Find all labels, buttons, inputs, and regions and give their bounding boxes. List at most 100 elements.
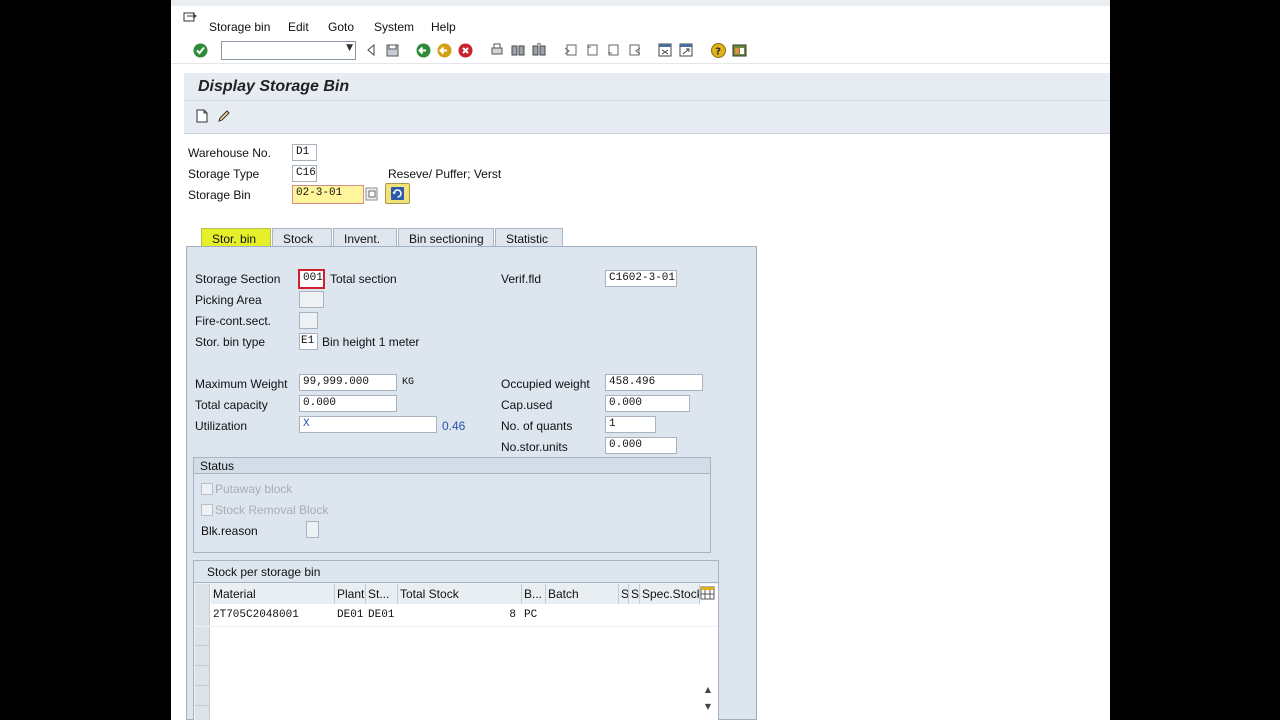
history-back-icon[interactable] <box>363 42 379 58</box>
bin-type-field[interactable]: E1 <box>299 333 318 350</box>
cell-total-stock[interactable]: 8 <box>400 609 516 621</box>
scroll-up-icon[interactable]: ▲ <box>702 685 714 697</box>
storage-bin-field[interactable]: 02-3-01 <box>292 185 364 204</box>
column-header-batch[interactable]: Batch <box>546 584 619 604</box>
help-icon[interactable]: ? <box>710 42 726 58</box>
column-header-spec-stock[interactable]: Spec.Stock <box>640 584 700 604</box>
storage-type-field[interactable]: C16 <box>292 165 317 182</box>
max-weight-field[interactable]: 99,999.000 <box>299 374 397 391</box>
shortcut-icon[interactable] <box>678 42 694 58</box>
column-header-storage-location[interactable]: St... <box>366 584 398 604</box>
cancel-icon[interactable] <box>457 42 473 58</box>
status-group: Status Putaway block Stock Removal Block… <box>193 457 711 553</box>
edit-pencil-icon[interactable] <box>217 109 232 124</box>
occupied-weight-label: Occupied weight <box>501 377 590 391</box>
no-quants-field[interactable]: 1 <box>605 416 656 433</box>
find-icon[interactable] <box>510 42 526 58</box>
cell-storage-location[interactable]: DE01 <box>368 609 394 621</box>
cell-plant[interactable]: DE01 <box>337 609 363 621</box>
tab-stock-label: Stock <box>283 232 314 246</box>
fire-cont-field[interactable] <box>299 312 318 329</box>
column-settings-icon[interactable] <box>700 586 716 602</box>
row-divider <box>195 626 718 627</box>
tab-statistic[interactable]: Statistic <box>495 228 563 248</box>
new-document-icon[interactable] <box>196 109 210 124</box>
bin-type-description: Bin height 1 meter <box>322 335 420 349</box>
menu-bar: Storage bin Edit Goto System Help <box>171 0 1110 38</box>
stock-removal-block-checkbox[interactable] <box>201 504 213 516</box>
stock-per-bin-group: Stock per storage bin Material Plant St.… <box>193 560 719 720</box>
cap-used-field[interactable]: 0.000 <box>605 395 690 412</box>
column-header-total-stock[interactable]: Total Stock <box>398 584 522 604</box>
row-divider <box>195 685 210 686</box>
column-header-material[interactable]: Material <box>211 584 335 604</box>
putaway-block-label: Putaway block <box>215 482 293 496</box>
total-capacity-field[interactable]: 0.000 <box>299 395 397 412</box>
copy-icon[interactable] <box>365 186 379 202</box>
putaway-block-checkbox[interactable] <box>201 483 213 495</box>
status-group-title: Status <box>194 458 710 474</box>
save-icon[interactable] <box>384 42 400 58</box>
scroll-down-icon[interactable]: ▼ <box>702 702 714 714</box>
storage-section-field[interactable]: 001 <box>298 269 325 289</box>
back-icon[interactable] <box>415 42 431 58</box>
storage-bin-label: Storage Bin <box>188 188 251 202</box>
occupied-weight-field[interactable]: 458.496 <box>605 374 703 391</box>
refresh-button[interactable] <box>385 183 410 204</box>
dropdown-arrow-icon[interactable]: ▼ <box>346 43 353 53</box>
menu-system[interactable]: System <box>374 20 414 34</box>
utilization-field[interactable]: X <box>299 416 437 433</box>
no-stor-units-field[interactable]: 0.000 <box>605 437 677 454</box>
enter-icon[interactable] <box>192 42 208 58</box>
row-divider <box>195 665 210 666</box>
tab-bin-sectioning-label: Bin sectioning <box>409 232 484 246</box>
svg-text:?: ? <box>715 46 721 57</box>
customize-layout-icon[interactable] <box>731 42 747 58</box>
tab-statistic-label: Statistic <box>506 232 549 246</box>
no-stor-units-label: No.stor.units <box>501 440 568 454</box>
previous-page-icon[interactable] <box>584 42 600 58</box>
cell-material[interactable]: 2T705C2048001 <box>213 609 299 621</box>
tab-stor-bin[interactable]: Stor. bin <box>201 228 271 248</box>
fire-cont-label: Fire-cont.sect. <box>195 314 272 328</box>
print-icon[interactable] <box>489 42 505 58</box>
blk-reason-label: Blk.reason <box>201 524 258 538</box>
next-page-icon[interactable] <box>605 42 621 58</box>
warehouse-field[interactable]: D1 <box>292 144 317 161</box>
exit-icon[interactable] <box>436 42 452 58</box>
weight-unit: KG <box>402 377 415 388</box>
tab-stock[interactable]: Stock <box>272 228 332 248</box>
cell-unit[interactable]: PC <box>524 609 537 621</box>
menu-help[interactable]: Help <box>431 20 456 34</box>
row-divider <box>195 705 210 706</box>
column-header-plant[interactable]: Plant <box>335 584 366 604</box>
storage-section-description: Total section <box>330 272 397 286</box>
column-header-unit[interactable]: B... <box>522 584 546 604</box>
create-session-icon[interactable] <box>657 42 673 58</box>
menu-edit[interactable]: Edit <box>288 20 309 34</box>
tab-invent[interactable]: Invent. <box>333 228 397 248</box>
stock-table: Material Plant St... Total Stock B... Ba… <box>195 584 718 720</box>
sap-window: Storage bin Edit Goto System Help ▼ ? Di… <box>171 0 1110 720</box>
stock-table-title: Stock per storage bin <box>194 561 718 583</box>
total-capacity-label: Total capacity <box>195 398 268 412</box>
picking-area-label: Picking Area <box>195 293 262 307</box>
cap-used-label: Cap.used <box>501 398 553 412</box>
picking-area-field[interactable] <box>299 291 324 308</box>
menu-goto[interactable]: Goto <box>328 20 354 34</box>
application-toolbar <box>184 101 1110 134</box>
find-next-icon[interactable] <box>531 42 547 58</box>
storage-type-label: Storage Type <box>188 167 260 181</box>
command-field[interactable]: ▼ <box>221 41 356 60</box>
menu-icon[interactable] <box>183 12 197 24</box>
blk-reason-field[interactable] <box>306 521 319 538</box>
last-page-icon[interactable] <box>626 42 642 58</box>
verif-field[interactable]: C1602-3-01 <box>605 270 677 287</box>
column-header-s2[interactable]: S <box>629 584 640 604</box>
verif-label: Verif.fld <box>501 272 542 286</box>
column-header-s1[interactable]: S <box>619 584 629 604</box>
menu-storage-bin[interactable]: Storage bin <box>209 20 270 34</box>
first-page-icon[interactable] <box>563 42 579 58</box>
tab-invent-label: Invent. <box>344 232 381 246</box>
tab-bin-sectioning[interactable]: Bin sectioning <box>398 228 494 248</box>
